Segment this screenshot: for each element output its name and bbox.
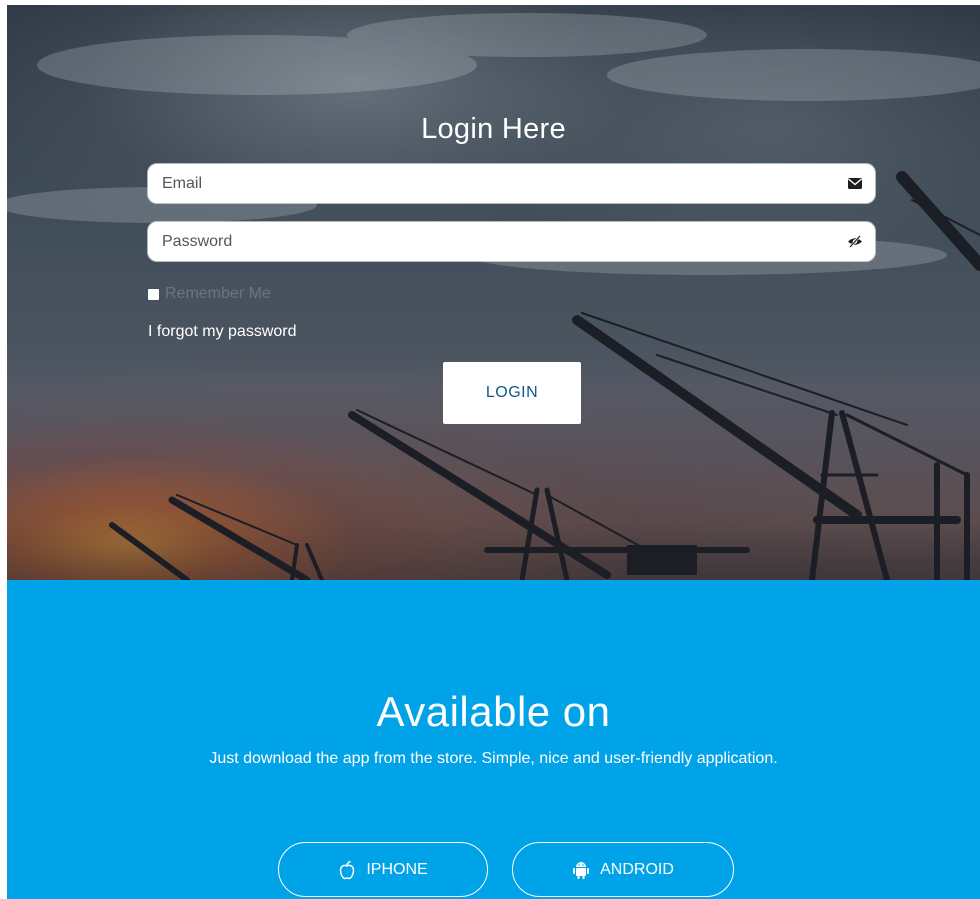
eye-slash-icon[interactable]	[847, 234, 863, 249]
iphone-button[interactable]: IPHONE	[278, 842, 488, 897]
app-section-title: Available on	[376, 688, 611, 735]
email-field-container	[148, 164, 875, 203]
password-field-container	[148, 222, 875, 261]
login-title: Login Here	[421, 113, 566, 145]
remember-me-checkbox[interactable]: Remember Me	[148, 284, 271, 304]
android-button[interactable]: ANDROID	[512, 842, 734, 897]
login-button[interactable]: LOGIN	[443, 362, 581, 424]
app-download-section: Available on Just download the app from …	[7, 580, 980, 899]
app-section-subtitle: Just download the app from the store. Si…	[209, 750, 778, 767]
email-input[interactable]	[148, 164, 828, 203]
login-form: Login Here Remember Me	[7, 5, 980, 580]
android-icon	[573, 861, 590, 879]
apple-icon	[340, 860, 355, 879]
forgot-password-link[interactable]: I forgot my password	[148, 323, 297, 341]
android-button-label: ANDROID	[600, 860, 674, 878]
envelope-icon	[848, 178, 862, 189]
password-input[interactable]	[148, 222, 828, 261]
remember-me-label: Remember Me	[165, 285, 271, 302]
hero-background: Login Here Remember Me	[7, 5, 980, 580]
iphone-button-label: IPHONE	[366, 860, 428, 878]
page: Login Here Remember Me	[7, 5, 980, 899]
checkbox-square[interactable]	[148, 288, 159, 300]
